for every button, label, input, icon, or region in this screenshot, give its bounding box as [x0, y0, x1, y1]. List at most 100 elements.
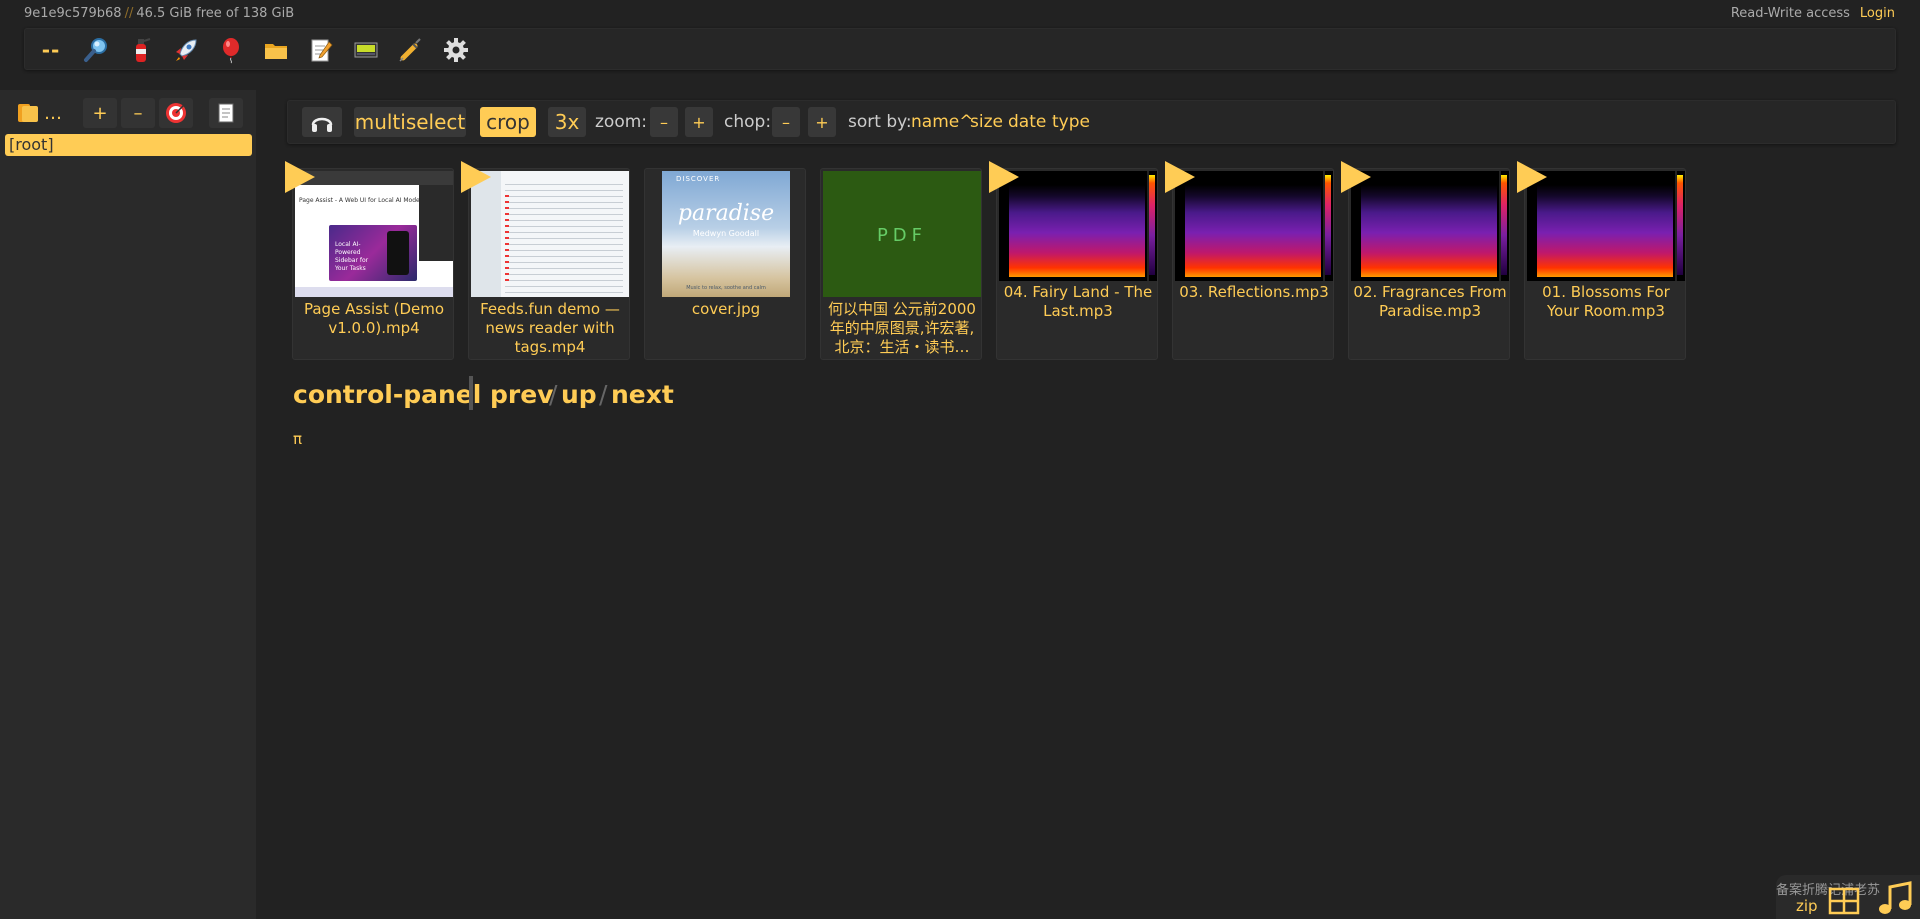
file-thumb-cover[interactable]: DISCOVER paradise Medwyn Goodall Music t… [644, 168, 806, 360]
file-thumb-reflections[interactable]: 03. Reflections.mp3 [1165, 161, 1334, 360]
multiselect-toggle[interactable]: multiselect [354, 107, 466, 137]
cover-subtitle: Music to relax, soothe and calm [686, 285, 766, 291]
upload-button[interactable] [168, 33, 204, 67]
browser-bar [295, 171, 453, 185]
plus-label: + [92, 102, 108, 124]
bup-button[interactable]: -- [33, 33, 69, 67]
zip-download-link[interactable]: zip [1796, 897, 1818, 915]
access-level: Read-Write access [1730, 6, 1850, 21]
mkdir-button[interactable] [213, 33, 249, 67]
dash-text: -- [41, 38, 61, 62]
tree-file-list-button[interactable] [209, 98, 243, 128]
notepad-icon [311, 39, 333, 62]
play-icon [461, 161, 491, 193]
fire-extinguisher-icon [136, 38, 151, 62]
crop-toggle[interactable]: crop [480, 107, 536, 137]
path-divider [469, 376, 473, 410]
sort-label: sort by: [848, 112, 912, 132]
image-preview: DISCOVER paradise Medwyn Goodall Music t… [662, 171, 790, 297]
main-toolbar: -- [24, 28, 1896, 70]
balloon-icon [223, 38, 239, 64]
host-id: 9e1e9c579b68 [24, 6, 122, 21]
spectrogram-preview [1527, 171, 1685, 281]
folder-tree-icon [18, 104, 38, 122]
unpost-button[interactable] [123, 33, 159, 67]
server-info: 9e1e9c579b68//46.5 GiB free of 138 GiB [24, 6, 294, 21]
tree-ellipsis: … [44, 102, 62, 124]
new-folder-button[interactable] [258, 33, 294, 67]
play-icon [989, 161, 1019, 193]
cut-button[interactable] [393, 33, 429, 67]
display-icon [354, 42, 378, 58]
zoom-in-button[interactable]: + [685, 107, 713, 137]
preview-card: Local AI-Powered Sidebar for Your Tasks [329, 225, 417, 281]
new-file-button[interactable] [303, 33, 339, 67]
zoom-label: zoom: [595, 112, 648, 132]
settings-button[interactable] [438, 33, 474, 67]
file-name: 04. Fairy Land - The Last.mp3 [1003, 283, 1153, 320]
file-name: Page Assist (Demo v1.0.0).mp4 [303, 300, 445, 337]
next-link[interactable]: next [611, 380, 674, 409]
sort-date-link[interactable]: date [1008, 112, 1046, 132]
tree-collapse-button[interactable]: – [121, 98, 155, 128]
free-space: 46.5 GiB free of 138 GiB [136, 6, 295, 21]
pdf-badge: PDF [876, 225, 928, 246]
slash: / [599, 380, 608, 409]
tree-expand-button[interactable]: + [83, 98, 117, 128]
file-thumb-blossoms[interactable]: 01. Blossoms For Your Room.mp3 [1517, 161, 1686, 360]
audio-player-button[interactable] [302, 107, 342, 137]
play-icon [1165, 161, 1195, 193]
prev-link[interactable]: prev [490, 380, 553, 409]
file-name: 01. Blossoms For Your Room.mp3 [1542, 283, 1670, 320]
file-name: cover.jpg [691, 300, 761, 318]
file-name: 03. Reflections.mp3 [1179, 283, 1329, 301]
sort-type-link[interactable]: type [1052, 112, 1090, 132]
tree-toolbar: … + – [10, 98, 254, 130]
chop-label: chop: [724, 112, 772, 132]
rocket-icon [176, 39, 197, 61]
pdf-preview: PDF [823, 171, 981, 297]
headphones-icon [311, 117, 333, 132]
tree-toggle-button[interactable]: … [10, 98, 68, 128]
preview-strip [295, 287, 453, 297]
syringe-icon [399, 38, 421, 62]
separator: // [124, 6, 134, 21]
up-link[interactable]: up [561, 380, 597, 409]
video-preview [471, 171, 629, 297]
preview-title: Page Assist - A Web UI for Local AI Mode… [299, 197, 425, 204]
chop-increase-button[interactable]: + [808, 107, 836, 137]
play-icon [1517, 161, 1547, 193]
phone-mockup [387, 231, 409, 275]
zoom-out-button[interactable]: – [650, 107, 678, 137]
music-note-icon[interactable] [1876, 879, 1914, 917]
play-icon [285, 161, 315, 193]
preview-list [505, 179, 623, 295]
document-icon [218, 103, 234, 123]
spectrogram-preview [1351, 171, 1509, 281]
sort-name-link[interactable]: name^ [911, 112, 973, 132]
tree-scroll-target-button[interactable] [159, 98, 193, 128]
magnifier-icon [84, 38, 107, 62]
file-thumb-fairy-land[interactable]: 04. Fairy Land - The Last.mp3 [989, 161, 1158, 360]
sort-size-link[interactable]: size [970, 112, 1003, 132]
file-thumb-feeds-fun[interactable]: Feeds.fun demo — news reader with tags.m… [461, 161, 630, 360]
grid-view-icon[interactable] [1828, 887, 1860, 915]
file-thumb-fragrances[interactable]: 02. Fragrances From Paradise.mp3 [1341, 161, 1510, 360]
scale-3x-toggle[interactable]: 3x [548, 107, 586, 137]
file-thumb-pdf[interactable]: PDF 何以中国 公元前2000年的中原图景,许宏著,北京：生活・读书… [820, 168, 982, 360]
spectrogram-preview [1175, 171, 1333, 281]
login-link[interactable]: Login [1860, 6, 1895, 21]
spectrogram-preview [999, 171, 1157, 281]
chop-decrease-button[interactable]: – [772, 107, 800, 137]
tree-root-item[interactable]: [root] [5, 134, 252, 156]
control-panel-link[interactable]: control-panel [293, 380, 481, 409]
file-thumb-page-assist[interactable]: Page Assist - A Web UI for Local AI Mode… [285, 161, 454, 360]
message-button[interactable] [348, 33, 384, 67]
search-button[interactable] [78, 33, 114, 67]
file-name: 02. Fragrances From Paradise.mp3 [1353, 283, 1507, 320]
folder-icon [265, 44, 287, 59]
status-bar: 9e1e9c579b68//46.5 GiB free of 138 GiB R… [0, 0, 1920, 26]
preview-sidebar [419, 185, 453, 261]
gear-icon [444, 38, 468, 62]
download-widget: 备案折腾记浦老苏 zip [1776, 875, 1920, 919]
